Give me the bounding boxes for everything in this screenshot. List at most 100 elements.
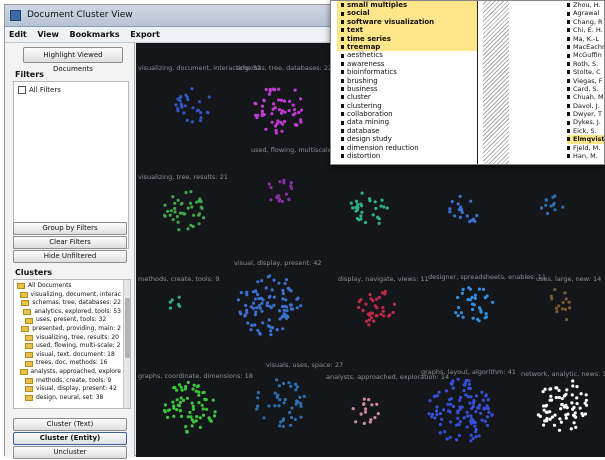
document-dot[interactable] [549, 394, 553, 398]
document-dot[interactable] [375, 297, 379, 301]
document-dot[interactable] [364, 407, 368, 411]
document-cluster[interactable] [540, 194, 565, 216]
document-dot[interactable] [545, 211, 550, 216]
document-dot[interactable] [256, 292, 260, 297]
document-dot[interactable] [297, 110, 301, 115]
menu-export[interactable]: Export [126, 27, 164, 39]
document-dot[interactable] [177, 404, 181, 408]
document-dot[interactable] [275, 196, 279, 200]
document-dot[interactable] [475, 213, 479, 218]
document-dot[interactable] [367, 318, 371, 322]
document-dot[interactable] [186, 415, 190, 419]
document-dot[interactable] [264, 127, 268, 131]
document-dot[interactable] [281, 327, 285, 331]
document-dot[interactable] [562, 394, 567, 398]
author-row[interactable]: Chuah, M [567, 93, 604, 101]
document-dot[interactable] [363, 410, 368, 414]
clusters-scrollbar[interactable] [123, 280, 130, 408]
document-dot[interactable] [244, 303, 248, 308]
document-dot[interactable] [388, 313, 392, 317]
document-cluster[interactable] [448, 194, 479, 224]
document-dot[interactable] [279, 120, 283, 124]
document-dot[interactable] [480, 390, 484, 394]
document-dot[interactable] [184, 93, 188, 97]
document-dot[interactable] [296, 400, 300, 404]
document-dot[interactable] [462, 383, 466, 387]
document-dot[interactable] [354, 420, 358, 424]
document-dot[interactable] [268, 87, 272, 92]
document-dot[interactable] [475, 317, 480, 321]
document-dot[interactable] [191, 404, 195, 409]
document-dot[interactable] [573, 411, 577, 415]
document-dot[interactable] [560, 396, 564, 401]
document-dot[interactable] [460, 210, 464, 214]
document-dot[interactable] [354, 199, 359, 203]
document-dot[interactable] [246, 321, 250, 325]
document-dot[interactable] [359, 214, 363, 218]
document-dot[interactable] [290, 406, 294, 410]
document-dot[interactable] [181, 398, 186, 402]
document-dot[interactable] [551, 195, 555, 199]
document-dot[interactable] [200, 403, 204, 407]
document-dot[interactable] [288, 410, 292, 415]
document-dot[interactable] [564, 317, 569, 322]
document-dot[interactable] [560, 307, 564, 311]
document-dot[interactable] [293, 88, 297, 92]
document-dot[interactable] [271, 107, 275, 111]
document-dot[interactable] [197, 390, 201, 394]
document-dot[interactable] [289, 423, 293, 427]
document-dot[interactable] [373, 200, 377, 204]
document-dot[interactable] [357, 305, 361, 310]
document-dot[interactable] [557, 388, 561, 392]
document-dot[interactable] [253, 289, 258, 293]
document-dot[interactable] [555, 309, 559, 314]
document-dot[interactable] [179, 396, 183, 400]
document-dot[interactable] [445, 437, 449, 441]
document-cluster[interactable] [174, 87, 211, 124]
document-dot[interactable] [363, 220, 368, 225]
document-dot[interactable] [265, 303, 269, 308]
document-dot[interactable] [255, 306, 259, 310]
document-dot[interactable] [468, 401, 472, 405]
document-dot[interactable] [370, 403, 374, 407]
document-dot[interactable] [264, 286, 268, 290]
document-dot[interactable] [170, 298, 174, 302]
document-dot[interactable] [574, 415, 578, 419]
document-dot[interactable] [540, 206, 544, 210]
document-dot[interactable] [479, 310, 483, 314]
document-dot[interactable] [443, 430, 447, 434]
author-row[interactable]: Dwyer, T [567, 110, 604, 118]
keyword-row[interactable]: bioinformatics [337, 68, 477, 76]
cluster-item[interactable]: analysts, approached, explore [17, 368, 121, 377]
document-cluster[interactable] [536, 379, 589, 432]
document-dot[interactable] [175, 388, 179, 392]
document-dot[interactable] [186, 206, 190, 210]
author-row[interactable]: Eick, S. [567, 127, 604, 135]
hide-unfiltered-button[interactable]: Hide Unfiltered [13, 250, 127, 263]
document-dot[interactable] [178, 409, 182, 413]
document-dot[interactable] [278, 309, 282, 313]
document-dot[interactable] [458, 194, 462, 198]
document-dot[interactable] [209, 419, 213, 423]
document-dot[interactable] [438, 422, 443, 427]
cluster-item[interactable]: analytics, explored, tools: 53 [17, 308, 121, 317]
document-dot[interactable] [459, 311, 463, 315]
document-dot[interactable] [474, 427, 478, 431]
clusters-scroll-thumb[interactable] [125, 298, 130, 358]
document-dot[interactable] [262, 98, 266, 102]
document-dot[interactable] [189, 415, 193, 419]
document-dot[interactable] [364, 302, 368, 306]
document-dot[interactable] [351, 206, 355, 210]
document-dot[interactable] [464, 393, 468, 397]
document-dot[interactable] [299, 304, 303, 308]
document-dot[interactable] [368, 292, 372, 297]
document-dot[interactable] [250, 323, 254, 327]
document-dot[interactable] [471, 218, 475, 222]
document-dot[interactable] [269, 198, 273, 202]
menu-view[interactable]: View [33, 27, 63, 39]
document-dot[interactable] [571, 379, 575, 383]
keyword-row[interactable]: small multiples [337, 1, 477, 10]
document-dot[interactable] [374, 206, 378, 211]
author-row[interactable]: Han, M. [567, 152, 604, 160]
cluster-item[interactable]: schemas, tree, databases: 22 [17, 299, 121, 308]
